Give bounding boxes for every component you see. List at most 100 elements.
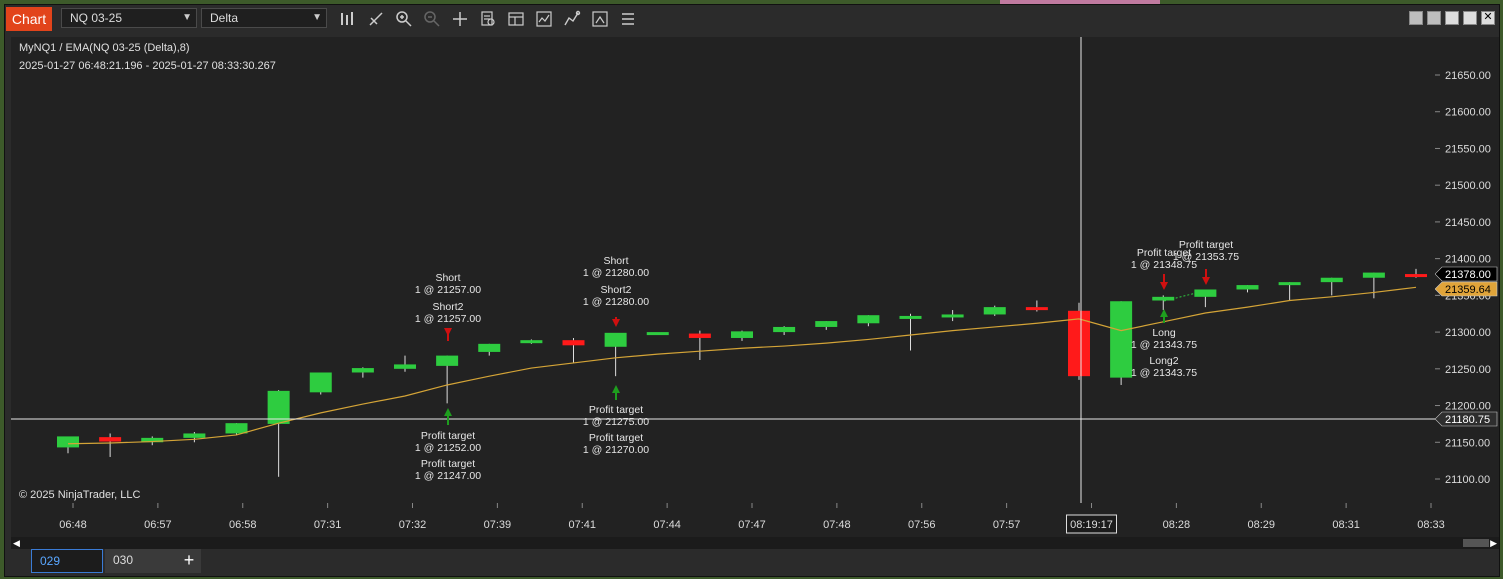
time-axis[interactable]: 06:48 06:57 06:58 07:31 07:32 07:39 07:41 07:44… [11, 503, 1499, 537]
bar-style-icon[interactable] [339, 10, 357, 28]
time-tick-label: 07:32 [399, 519, 427, 531]
time-tick-label: 07:48 [823, 519, 851, 531]
chart-plot-area[interactable]: MyNQ1 / EMA(NQ 03-25 (Delta),8) 2025-01-… [11, 37, 1435, 503]
menu-icon[interactable] [619, 10, 637, 28]
scrollbar-thumb[interactable] [1463, 539, 1489, 547]
tile-window-icon[interactable] [1427, 11, 1441, 25]
profit-target-fill-label: 1 @ 21247.00 [415, 470, 481, 482]
price-tick-label: 21600.00 [1445, 107, 1491, 119]
snapshot-icon[interactable] [591, 10, 609, 28]
chart-window: Chart NQ 03-25 ▼ Delta ▼ ✕ MyNQ1 / EMA(N… [4, 4, 1500, 577]
candle-body [1110, 301, 1133, 378]
candle-body [983, 307, 1006, 315]
candle-body [731, 331, 753, 338]
add-tab-button[interactable]: + [177, 549, 201, 573]
candle-body [1405, 274, 1427, 278]
time-tick-label: 08:19:17 [1070, 519, 1113, 531]
candle-body [478, 343, 501, 352]
candle-body [225, 423, 248, 434]
candle-body [436, 355, 459, 366]
minimize-button[interactable] [1445, 11, 1459, 25]
time-tick-label: 06:48 [59, 519, 87, 531]
tab-030[interactable]: 030 [105, 549, 177, 573]
link-window-icon[interactable] [1409, 11, 1423, 25]
candle-body [646, 332, 669, 336]
zoom-out-icon[interactable] [423, 10, 441, 28]
candle-body [604, 332, 627, 347]
indicators-icon[interactable] [535, 10, 553, 28]
short2-label: Short2 [433, 301, 464, 313]
candle-body [815, 321, 838, 327]
price-tick-label: 21450.00 [1445, 217, 1491, 229]
zoom-in-icon[interactable] [395, 10, 413, 28]
time-tick-label: 07:39 [484, 519, 512, 531]
strategies-icon[interactable] [563, 10, 581, 28]
candle-body [183, 433, 206, 438]
price-tick-label: 21250.00 [1445, 364, 1491, 376]
chart-tabs: 029 030 + [5, 549, 1499, 576]
price-axis-labels: 21650.00 21600.00 21550.00 21500.00 21450.00… [1434, 70, 1498, 486]
candle-body [1025, 307, 1048, 311]
price-tick-label: 21500.00 [1445, 180, 1491, 192]
candle-body [1278, 282, 1301, 286]
short2-fill-label: 1 @ 21280.00 [583, 296, 649, 308]
candle-body [309, 372, 332, 393]
candle-body [773, 326, 796, 333]
long2-fill-label: 1 @ 21343.75 [1131, 367, 1197, 379]
candle-body [562, 340, 585, 346]
bar-type-selector[interactable]: Delta ▼ [201, 8, 327, 28]
price-tick-label: 21150.00 [1445, 437, 1490, 449]
last-price-label: 21378.00 [1445, 269, 1491, 281]
horizontal-scrollbar[interactable]: ◀ ▶ [11, 537, 1499, 549]
profit-target-fill-label: 1 @ 21275.00 [583, 416, 649, 428]
time-tick-label: 06:58 [229, 519, 257, 531]
candle-body [520, 340, 543, 344]
time-tick-label: 07:44 [653, 519, 681, 531]
close-button[interactable]: ✕ [1481, 11, 1495, 25]
long2-label: Long2 [1149, 355, 1178, 367]
time-axis-labels: 06:48 06:57 06:58 07:31 07:32 07:39 07:41 07:44… [59, 503, 1445, 534]
crosshair-icon[interactable] [451, 10, 469, 28]
candle-body [941, 314, 964, 318]
time-tick-label: 07:31 [314, 519, 342, 531]
candle-body [394, 364, 416, 369]
price-tick-label: 21300.00 [1445, 327, 1491, 339]
price-chart: Short 1 @ 21257.00 Short2 1 @ 21257.00 P… [11, 37, 1435, 503]
short2-fill-label: 1 @ 21257.00 [415, 313, 481, 325]
candles [57, 268, 1427, 477]
copyright-label: © 2025 NinjaTrader, LLC [19, 489, 141, 501]
candle-body [1320, 277, 1343, 283]
short-fill-label: 1 @ 21257.00 [415, 284, 481, 296]
data-box-icon[interactable] [479, 10, 497, 28]
time-tick-label: 07:57 [993, 519, 1021, 531]
short2-label: Short2 [601, 284, 632, 296]
price-tick-label: 21400.00 [1445, 254, 1491, 266]
maximize-button[interactable] [1463, 11, 1477, 25]
time-tick-label: 07:47 [738, 519, 766, 531]
instrument-selector[interactable]: NQ 03-25 ▼ [61, 8, 197, 28]
candle-body [688, 333, 711, 338]
profit-target-label: Profit target [421, 430, 475, 442]
profit-target-label: Profit target [421, 458, 475, 470]
scroll-right-icon[interactable]: ▶ [1490, 538, 1497, 549]
time-tick-label: 07:41 [568, 519, 596, 531]
toolbar: Chart NQ 03-25 ▼ Delta ▼ ✕ [5, 5, 1499, 33]
candle-body [857, 315, 880, 324]
candle-body [99, 437, 122, 442]
time-tick-label: 08:31 [1332, 519, 1360, 531]
crosshair-price-label: 21180.75 [1445, 414, 1490, 426]
draw-tool-icon[interactable] [367, 10, 385, 28]
chart-tab[interactable]: Chart [6, 7, 52, 31]
candle-body [57, 436, 79, 448]
properties-icon[interactable] [507, 10, 525, 28]
candle-body [351, 368, 374, 373]
buy-arrow-icon [444, 408, 452, 416]
long-fill-label: 1 @ 21343.75 [1131, 339, 1197, 351]
ema-price-label: 21359.64 [1445, 284, 1491, 296]
tab-029[interactable]: 029 [31, 549, 103, 573]
scroll-left-icon[interactable]: ◀ [13, 538, 20, 549]
profit-target-label: Profit target [589, 404, 643, 416]
chevron-down-icon: ▼ [312, 12, 322, 23]
price-axis[interactable]: 21650.00 21600.00 21550.00 21500.00 21450.00… [1434, 37, 1499, 503]
short-label: Short [603, 255, 628, 267]
